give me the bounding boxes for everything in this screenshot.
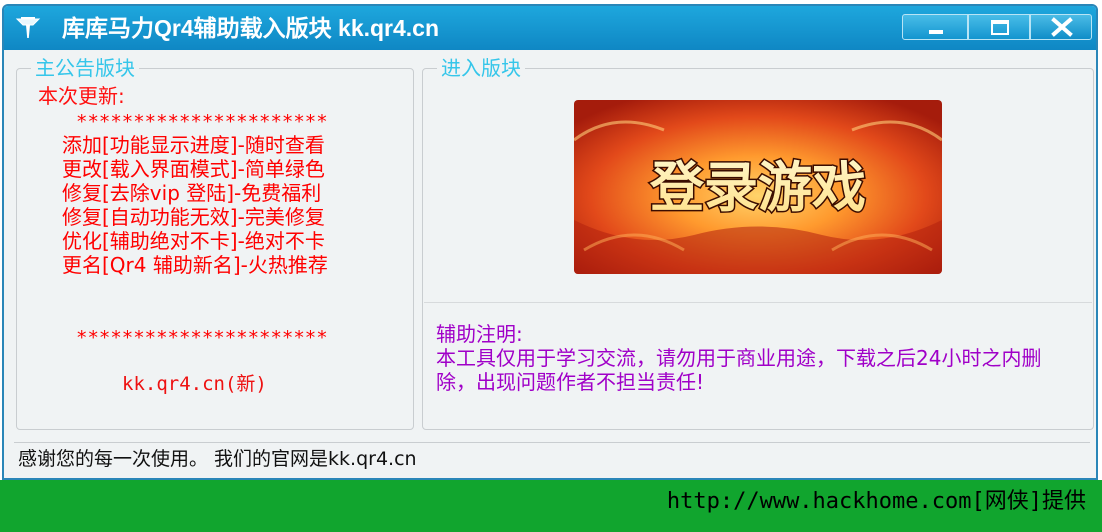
footer-text: http://www.hackhome.com[网侠]提供 — [666, 489, 1086, 514]
close-button[interactable] — [1030, 14, 1092, 40]
update-line: 添加[功能显示进度]-随时查看 — [62, 133, 325, 157]
entry-legend: 进入版块 — [437, 56, 525, 80]
notice-legend: 主公告版块 — [31, 56, 139, 80]
site-link: kk.qr4.cn(新) — [122, 373, 267, 395]
footer-banner: http://www.hackhome.com[网侠]提供 — [0, 480, 1102, 532]
pin-icon — [14, 14, 42, 42]
app-window: 库库马力Qr4辅助载入版块 kk.qr4.cn 主公告版块 进入版块 本次更新:… — [2, 4, 1098, 480]
update-line: 更名[Qr4 辅助新名]-火热推荐 — [62, 253, 328, 277]
close-icon — [1051, 17, 1073, 37]
update-line: 更改[载入界面模式]-简单绿色 — [62, 157, 325, 181]
minimize-icon — [929, 30, 943, 34]
stars-bottom: ********************** — [76, 327, 328, 349]
status-bar: 感谢您的每一次使用。 我们的官网是kk.qr4.cn — [14, 442, 1090, 474]
maximize-icon — [991, 20, 1009, 35]
note-body: 本工具仅用于学习交流，请勿用于商业用途，下载之后24小时之内删除，出现问题作者不… — [436, 346, 1042, 394]
update-line: 修复[去除vip 登陆]-免费福利 — [62, 181, 322, 205]
update-line: 修复[自动功能无效]-完美修复 — [62, 205, 325, 229]
maximize-button[interactable] — [968, 14, 1030, 40]
window-content: 主公告版块 进入版块 本次更新: ********************** … — [4, 50, 1096, 478]
update-list: 添加[功能显示进度]-随时查看 更改[载入界面模式]-简单绿色 修复[去除vip… — [62, 133, 328, 277]
login-game-button[interactable]: 登录游戏 登录游戏 — [574, 100, 942, 274]
window-title: 库库马力Qr4辅助载入版块 kk.qr4.cn — [62, 15, 440, 41]
stars-top: ********************** — [76, 111, 328, 133]
notice-heading: 本次更新: — [38, 84, 125, 108]
entry-divider — [424, 302, 1092, 303]
status-text: 感谢您的每一次使用。 我们的官网是kk.qr4.cn — [18, 448, 417, 470]
update-line: 优化[辅助绝对不卡]-绝对不卡 — [62, 229, 325, 253]
title-bar[interactable]: 库库马力Qr4辅助载入版块 kk.qr4.cn — [4, 6, 1096, 50]
login-button-label: 登录游戏 — [649, 156, 866, 219]
minimize-button[interactable] — [902, 14, 968, 40]
note-title: 辅助注明: — [436, 322, 523, 346]
login-button-graphic: 登录游戏 登录游戏 — [574, 100, 942, 274]
